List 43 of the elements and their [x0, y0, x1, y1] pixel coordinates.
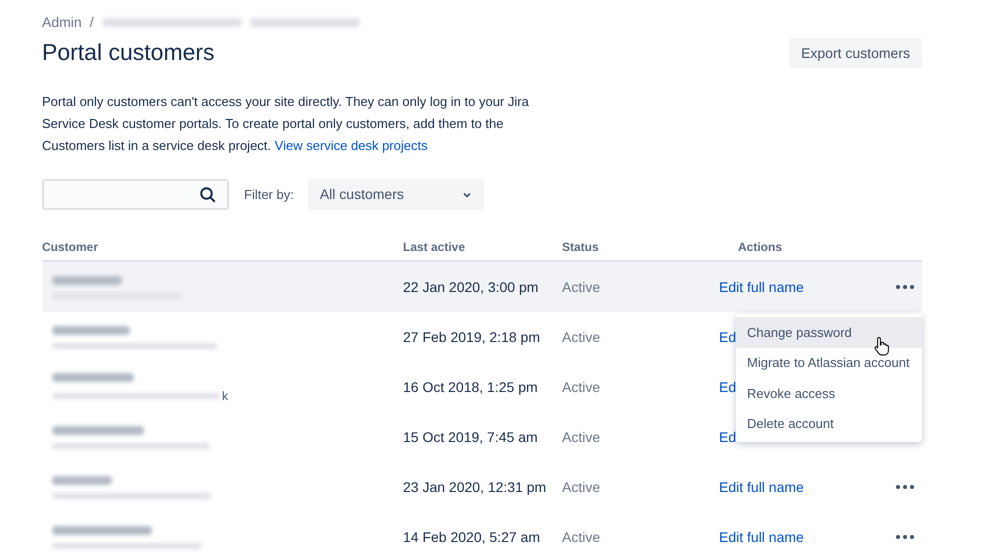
status-cell-text: Active	[562, 478, 602, 496]
search-icon	[199, 186, 217, 204]
menu-item[interactable]: Delete account	[736, 408, 922, 439]
menu-item[interactable]: Migrate to Atlassian account	[736, 348, 922, 378]
menu-item[interactable]: Revoke access	[736, 378, 922, 408]
breadcrumb-separator: /	[90, 12, 94, 32]
export-button[interactable]: Export customers	[789, 38, 922, 68]
search-field[interactable]	[42, 179, 229, 210]
edit-name-link[interactable]: Edit full name	[719, 276, 804, 298]
status-cell-text: Active	[562, 328, 602, 346]
more-icon[interactable]	[896, 535, 914, 539]
status-cell-text: Active	[562, 278, 602, 296]
edit-name-link[interactable]: Edit full name	[719, 526, 804, 548]
email-text: k	[222, 390, 228, 402]
column-header: Status	[562, 239, 600, 256]
hand-cursor-icon	[874, 336, 890, 356]
last-active-cell-text: 27 Feb 2019, 2:18 pm	[403, 328, 541, 347]
last-active-cell-text: 16 Oct 2018, 1:25 pm	[403, 378, 539, 397]
status-cell-text: Active	[562, 528, 602, 546]
status-cell-text: Active	[562, 428, 602, 446]
filter-dropdown[interactable]: All customers	[308, 179, 484, 210]
last-active-cell-text: 23 Jan 2020, 12:31 pm	[403, 478, 548, 497]
edit-name-link[interactable]: Ed	[719, 426, 736, 448]
projects-link[interactable]: View service desk projects	[274, 138, 428, 153]
last-active-cell-text: 14 Feb 2020, 5:27 am	[403, 528, 541, 546]
blurred-text	[52, 276, 122, 284]
last-active-cell-text: 15 Oct 2019, 7:45 am	[403, 428, 539, 446]
last-active-cell-text: 22 Jan 2020, 3:00 pm	[403, 278, 540, 297]
edit-name-link[interactable]: Edit full name	[719, 476, 804, 498]
column-header: Actions	[737, 239, 784, 256]
filter-label: Filter by:	[244, 186, 294, 204]
menu-item[interactable]: Change password	[736, 317, 922, 348]
more-icon[interactable]	[896, 485, 914, 489]
blurred-text	[52, 476, 112, 484]
edit-name-link[interactable]: Ed	[719, 326, 736, 348]
description-text: Portal only customers can't access your site directly. They can only log in to your Jira Service Desk customer portals. To create portal only customers, add them to the Customers list in a service desk project. View service desk projects	[42, 93, 530, 155]
status-cell-text: Active	[562, 378, 602, 396]
page-title: Portal customers	[42, 38, 215, 67]
column-header: Customer	[42, 239, 100, 256]
column-header: Last active	[403, 239, 466, 256]
breadcrumb-link[interactable]: Admin	[42, 12, 82, 32]
edit-name-link[interactable]: Ed	[719, 376, 736, 398]
more-icon[interactable]	[896, 285, 914, 289]
